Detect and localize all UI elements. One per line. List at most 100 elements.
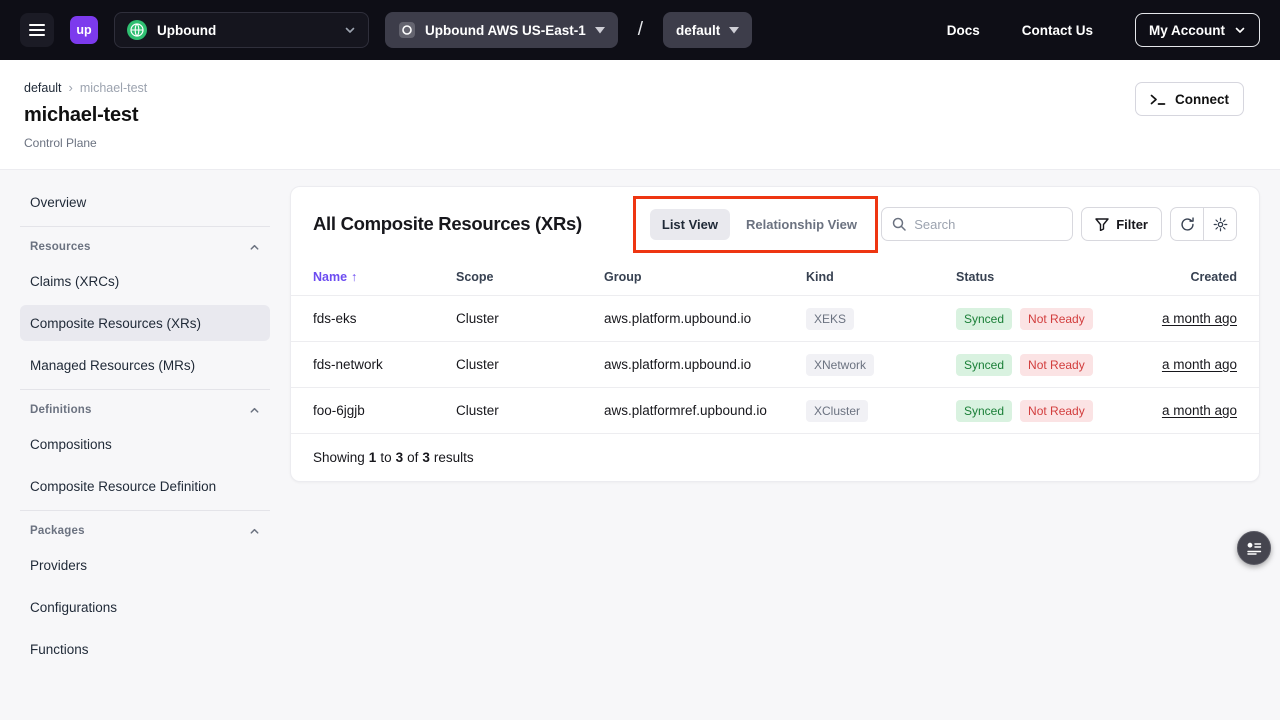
sidebar-item-compositions[interactable]: Compositions — [20, 426, 270, 462]
chevron-up-icon — [249, 526, 260, 537]
page-header: default › michael-test michael-test Cont… — [0, 60, 1280, 170]
refresh-button[interactable] — [1170, 207, 1204, 241]
refresh-icon — [1180, 217, 1195, 232]
connect-button[interactable]: Connect — [1135, 82, 1244, 116]
breadcrumb: default › michael-test — [24, 80, 1256, 95]
widget-icon — [1246, 542, 1262, 555]
settings-button[interactable] — [1203, 207, 1237, 241]
created-link[interactable]: a month ago — [1162, 403, 1237, 418]
column-header-kind[interactable]: Kind — [806, 270, 956, 284]
path-separator: / — [638, 19, 643, 41]
page-title: michael-test — [24, 104, 1256, 127]
list-view-button[interactable]: List View — [650, 209, 730, 240]
namespace-select-dropdown[interactable]: default — [663, 12, 752, 48]
sort-asc-icon: ↑ — [351, 270, 357, 284]
org-select-label: Upbound — [157, 23, 216, 38]
column-header-scope[interactable]: Scope — [456, 270, 604, 284]
topbar: up Upbound Upbound AWS US-East-1 / defau… — [0, 0, 1280, 60]
column-header-created[interactable]: Created — [1190, 270, 1237, 284]
column-header-group[interactable]: Group — [604, 270, 806, 284]
sidebar-section-resources[interactable]: Resources — [20, 239, 270, 263]
cell-scope: Cluster — [456, 311, 604, 326]
hamburger-menu-button[interactable] — [20, 13, 54, 47]
upbound-logo[interactable]: up — [70, 16, 98, 44]
column-header-status[interactable]: Status — [956, 270, 1190, 284]
search-box — [881, 207, 1073, 241]
search-icon — [892, 217, 906, 231]
table-action-buttons — [1170, 207, 1237, 241]
cell-kind: XNetwork — [806, 354, 956, 376]
cell-created: a month ago — [1162, 403, 1237, 418]
filter-funnel-icon — [1095, 218, 1109, 231]
globe-icon — [127, 20, 147, 40]
floating-widget-button[interactable] — [1237, 531, 1271, 565]
docs-link[interactable]: Docs — [947, 23, 980, 38]
sidebar-section-packages[interactable]: Packages — [20, 523, 270, 547]
column-header-name[interactable]: Name ↑ — [313, 270, 456, 284]
kind-badge: XCluster — [806, 400, 868, 422]
cell-status: Synced Not Ready — [956, 354, 1162, 376]
not-ready-badge: Not Ready — [1020, 354, 1093, 376]
sidebar-item-managed-resources[interactable]: Managed Resources (MRs) — [20, 347, 270, 383]
created-link[interactable]: a month ago — [1162, 311, 1237, 326]
namespace-select-label: default — [676, 23, 720, 38]
control-plane-select-label: Upbound AWS US-East-1 — [425, 23, 586, 38]
breadcrumb-root[interactable]: default — [24, 81, 62, 95]
header-controls: Filter — [881, 207, 1237, 241]
cell-name[interactable]: foo-6jgjb — [313, 403, 456, 418]
control-plane-icon — [398, 21, 416, 39]
synced-badge: Synced — [956, 400, 1012, 422]
sidebar-item-composite-resources[interactable]: Composite Resources (XRs) — [20, 305, 270, 341]
cell-scope: Cluster — [456, 357, 604, 372]
synced-badge: Synced — [956, 354, 1012, 376]
caret-down-icon — [729, 27, 739, 34]
view-toggle: List View Relationship View — [650, 209, 869, 240]
org-select-dropdown[interactable]: Upbound — [114, 12, 369, 48]
not-ready-badge: Not Ready — [1020, 400, 1093, 422]
not-ready-badge: Not Ready — [1020, 308, 1093, 330]
cell-group: aws.platformref.upbound.io — [604, 403, 806, 418]
chevron-up-icon — [249, 242, 260, 253]
sidebar-item-configurations[interactable]: Configurations — [20, 589, 270, 625]
chevron-down-icon — [344, 24, 356, 36]
filter-button[interactable]: Filter — [1081, 207, 1162, 241]
sidebar-divider — [20, 226, 270, 227]
table-row[interactable]: fds-network Cluster aws.platform.upbound… — [291, 341, 1259, 387]
cell-status: Synced Not Ready — [956, 400, 1162, 422]
sidebar-item-providers[interactable]: Providers — [20, 547, 270, 583]
relationship-view-button[interactable]: Relationship View — [734, 209, 869, 240]
caret-down-icon — [595, 27, 605, 34]
card-header: All Composite Resources (XRs) List View … — [291, 187, 1259, 259]
filter-label: Filter — [1116, 217, 1148, 232]
search-input[interactable] — [914, 217, 1062, 232]
kind-badge: XEKS — [806, 308, 854, 330]
sidebar-section-definitions[interactable]: Definitions — [20, 402, 270, 426]
cell-name[interactable]: fds-eks — [313, 311, 456, 326]
kind-badge: XNetwork — [806, 354, 874, 376]
connect-label: Connect — [1175, 92, 1229, 107]
sidebar-item-overview[interactable]: Overview — [20, 184, 270, 220]
sidebar-item-composite-resource-definition[interactable]: Composite Resource Definition — [20, 468, 270, 504]
cell-scope: Cluster — [456, 403, 604, 418]
sidebar-divider — [20, 389, 270, 390]
gear-icon — [1213, 217, 1228, 232]
created-link[interactable]: a month ago — [1162, 357, 1237, 372]
breadcrumb-current: michael-test — [80, 81, 147, 95]
table-row[interactable]: foo-6jgjb Cluster aws.platformref.upboun… — [291, 387, 1259, 433]
cell-kind: XCluster — [806, 400, 956, 422]
table-row[interactable]: fds-eks Cluster aws.platform.upbound.io … — [291, 295, 1259, 341]
cell-group: aws.platform.upbound.io — [604, 357, 806, 372]
my-account-label: My Account — [1149, 23, 1225, 38]
control-plane-select-dropdown[interactable]: Upbound AWS US-East-1 — [385, 12, 618, 48]
contact-us-link[interactable]: Contact Us — [1022, 23, 1093, 38]
sidebar: Overview Resources Claims (XRCs) Composi… — [20, 184, 270, 673]
my-account-button[interactable]: My Account — [1135, 13, 1260, 47]
cell-name[interactable]: fds-network — [313, 357, 456, 372]
cell-created: a month ago — [1162, 311, 1237, 326]
sidebar-item-functions[interactable]: Functions — [20, 631, 270, 667]
main-area: Overview Resources Claims (XRCs) Composi… — [0, 170, 1280, 720]
breadcrumb-separator-icon: › — [69, 80, 73, 95]
sidebar-item-claims[interactable]: Claims (XRCs) — [20, 263, 270, 299]
card-title: All Composite Resources (XRs) — [313, 213, 582, 235]
logo-text: up — [76, 23, 91, 37]
